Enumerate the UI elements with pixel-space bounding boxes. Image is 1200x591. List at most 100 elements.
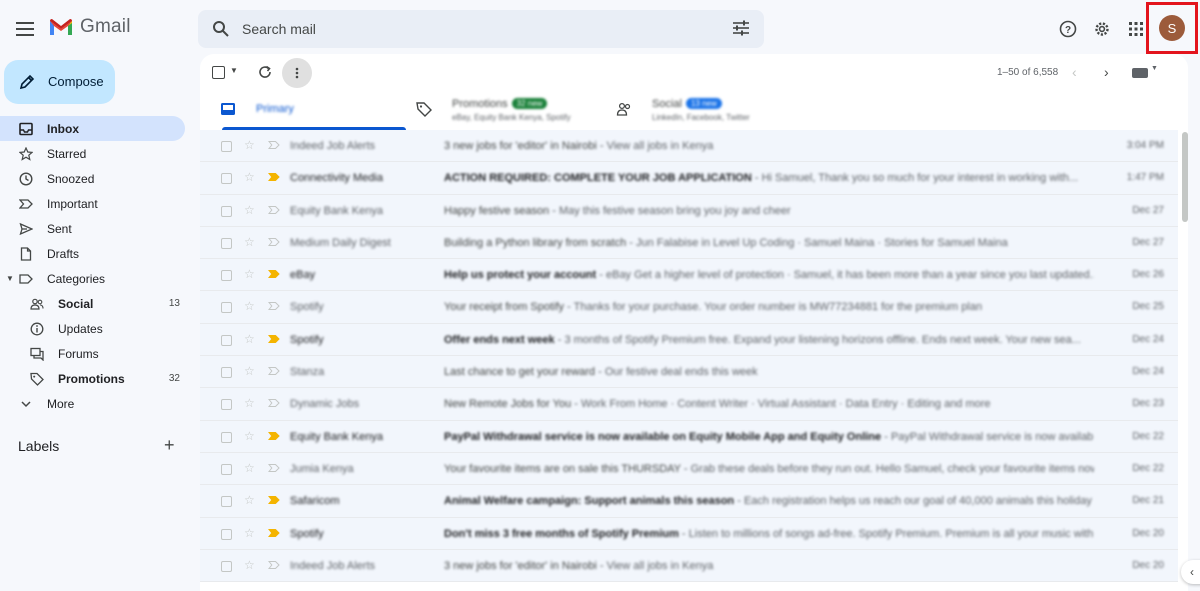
sidebar-item-promotions[interactable]: Promotions 32	[0, 366, 190, 391]
email-row[interactable]: ☆ Spotify Your receipt from Spotify - Than…	[200, 291, 1178, 324]
email-row[interactable]: ☆ Safaricom Animal Welfare campaign: Suppo…	[200, 485, 1178, 518]
star-icon[interactable]: ☆	[244, 332, 255, 346]
important-marker-icon[interactable]	[268, 171, 280, 183]
create-label-button[interactable]: +	[164, 436, 180, 454]
side-panel-toggle[interactable]: ‹	[1181, 560, 1200, 584]
email-row[interactable]: ☆ Equity Bank Kenya Happy festive season -…	[200, 194, 1178, 227]
settings-button[interactable]	[1092, 19, 1112, 39]
apps-button[interactable]	[1126, 19, 1146, 39]
search-input[interactable]	[242, 18, 712, 40]
email-row[interactable]: ☆ Jumia Kenya Your favourite items are on …	[200, 452, 1178, 486]
gmail-logo[interactable]: Gmail	[48, 16, 131, 38]
important-marker-icon[interactable]	[268, 204, 280, 216]
star-icon[interactable]: ☆	[244, 429, 255, 443]
more-actions-button[interactable]	[282, 58, 312, 88]
star-icon[interactable]: ☆	[244, 267, 255, 281]
chevron-left-icon: ‹	[1190, 565, 1194, 579]
search-bar[interactable]	[198, 10, 764, 48]
important-marker-icon[interactable]	[268, 268, 280, 280]
important-marker-icon[interactable]	[268, 494, 280, 506]
row-checkbox[interactable]	[221, 560, 232, 572]
email-preview: 3 new jobs for 'editor' in Nairobi - Vie…	[444, 140, 714, 152]
tab-promotions[interactable]: Promotions 32 new eBay, Equity Bank Kenya…	[406, 92, 606, 130]
email-row[interactable]: ☆ Indeed Job Alerts 3 new jobs for 'editor…	[200, 130, 1178, 163]
sidebar-item-sent[interactable]: Sent	[0, 216, 190, 241]
scrollbar-thumb[interactable]	[1182, 132, 1188, 222]
email-row[interactable]: ☆ Medium Daily Digest Building a Python li…	[200, 226, 1178, 260]
star-icon[interactable]: ☆	[244, 235, 255, 249]
refresh-icon[interactable]	[257, 64, 273, 80]
search-icon[interactable]	[212, 20, 230, 38]
sidebar-item-more[interactable]: More	[0, 391, 190, 416]
star-icon[interactable]: ☆	[244, 203, 255, 217]
input-tools-caret-icon[interactable]: ▼	[1151, 65, 1158, 72]
email-row[interactable]: ☆ eBay Help us protect your account - eBay…	[200, 259, 1178, 292]
tab-title: Social	[652, 98, 682, 110]
email-row[interactable]: ☆ Stanza Last chance to get your reward - …	[200, 356, 1178, 389]
prev-page-button[interactable]: ‹	[1072, 64, 1077, 80]
star-icon[interactable]: ☆	[244, 364, 255, 378]
sidebar-item-updates[interactable]: Updates	[0, 316, 190, 341]
row-checkbox[interactable]	[221, 496, 232, 508]
row-checkbox[interactable]	[221, 237, 232, 249]
important-marker-icon[interactable]	[268, 527, 280, 539]
row-checkbox[interactable]	[221, 399, 232, 411]
important-marker-icon[interactable]	[268, 397, 280, 409]
sidebar-item-forums[interactable]: Forums	[0, 341, 190, 366]
row-checkbox[interactable]	[221, 205, 232, 217]
email-row[interactable]: ☆ Dynamic Jobs New Remote Jobs for You - W…	[200, 388, 1178, 421]
row-checkbox[interactable]	[221, 528, 232, 540]
tab-primary[interactable]: Primary	[210, 92, 406, 130]
compose-button[interactable]: Compose	[4, 60, 115, 104]
important-marker-icon[interactable]	[268, 462, 280, 474]
important-marker-icon[interactable]	[268, 430, 280, 442]
tab-social[interactable]: Social 13 new LinkedIn, Facebook, Twitter	[606, 92, 806, 130]
sidebar-item-inbox[interactable]: Inbox	[0, 116, 185, 141]
row-checkbox[interactable]	[221, 431, 232, 443]
star-icon[interactable]: ☆	[244, 526, 255, 540]
email-sender: Spotify	[290, 333, 324, 346]
important-marker-icon[interactable]	[268, 236, 280, 248]
expand-caret-icon[interactable]: ▼	[6, 274, 14, 283]
labels-heading: Labels	[18, 438, 60, 454]
sidebar-item-social[interactable]: Social 13	[0, 291, 190, 316]
star-icon[interactable]: ☆	[244, 461, 255, 475]
input-tools-button[interactable]	[1132, 68, 1148, 78]
row-checkbox[interactable]	[221, 334, 232, 346]
row-checkbox[interactable]	[221, 367, 232, 379]
important-marker-icon[interactable]	[268, 333, 280, 345]
row-checkbox[interactable]	[221, 270, 232, 282]
row-checkbox[interactable]	[221, 463, 232, 475]
email-row[interactable]: ☆ Indeed Job Alerts 3 new jobs for 'editor…	[200, 549, 1178, 583]
account-avatar[interactable]: S	[1159, 15, 1185, 41]
select-all-checkbox[interactable]	[212, 66, 225, 79]
star-icon[interactable]: ☆	[244, 396, 255, 410]
star-icon[interactable]: ☆	[244, 558, 255, 572]
sidebar-item-starred[interactable]: Starred	[0, 141, 190, 166]
important-marker-icon[interactable]	[268, 365, 280, 377]
row-checkbox[interactable]	[221, 302, 232, 314]
row-checkbox[interactable]	[221, 141, 232, 152]
sidebar-item-drafts[interactable]: Drafts	[0, 241, 190, 266]
email-row[interactable]: ☆ Equity Bank Kenya PayPal Withdrawal serv…	[200, 420, 1178, 453]
support-button[interactable]: ?	[1058, 19, 1078, 39]
search-options-icon[interactable]	[732, 19, 750, 37]
email-row[interactable]: ☆ Spotify Don't miss 3 free months of Spot…	[200, 517, 1178, 550]
star-icon[interactable]: ☆	[244, 138, 255, 152]
more-vert-icon	[295, 67, 299, 79]
select-menu-caret-icon[interactable]: ▼	[230, 66, 238, 75]
important-marker-icon[interactable]	[268, 139, 280, 151]
sidebar-item-snoozed[interactable]: Snoozed	[0, 166, 190, 191]
sidebar-item-categories[interactable]: ▼ Categories	[0, 266, 190, 291]
email-row[interactable]: ☆ Spotify Offer ends next week - 3 months …	[200, 323, 1178, 357]
star-icon[interactable]: ☆	[244, 170, 255, 184]
row-checkbox[interactable]	[221, 173, 232, 185]
important-marker-icon[interactable]	[268, 300, 280, 312]
important-marker-icon[interactable]	[268, 559, 280, 571]
next-page-button[interactable]: ›	[1104, 64, 1109, 80]
main-menu-button[interactable]	[14, 17, 36, 41]
email-row[interactable]: ☆ Connectivity Media ACTION REQUIRED: COMP…	[200, 162, 1178, 195]
sidebar-item-important[interactable]: Important	[0, 191, 190, 216]
star-icon[interactable]: ☆	[244, 299, 255, 313]
star-icon[interactable]: ☆	[244, 493, 255, 507]
